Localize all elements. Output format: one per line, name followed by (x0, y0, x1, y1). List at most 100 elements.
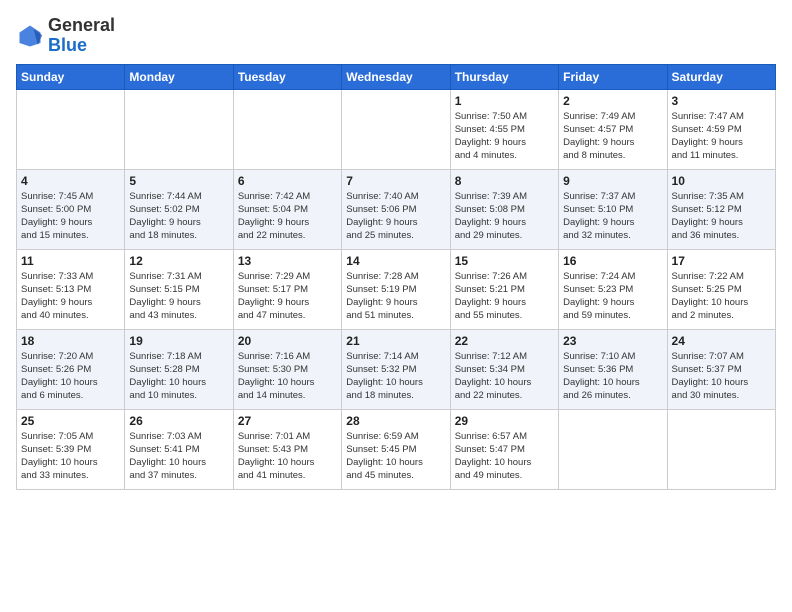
day-number: 4 (21, 174, 120, 188)
calendar-cell: 28 Sunrise: 6:59 AM Sunset: 5:45 PM Dayli… (342, 409, 450, 489)
calendar-cell: 10 Sunrise: 7:35 AM Sunset: 5:12 PM Dayli… (667, 169, 775, 249)
day-number: 27 (238, 414, 337, 428)
day-number: 23 (563, 334, 662, 348)
day-number: 7 (346, 174, 445, 188)
day-info: Sunrise: 6:57 AM Sunset: 5:47 PM Dayligh… (455, 430, 554, 483)
day-number: 25 (21, 414, 120, 428)
day-info: Sunrise: 7:03 AM Sunset: 5:41 PM Dayligh… (129, 430, 228, 483)
day-number: 28 (346, 414, 445, 428)
day-info: Sunrise: 6:59 AM Sunset: 5:45 PM Dayligh… (346, 430, 445, 483)
day-number: 15 (455, 254, 554, 268)
calendar-cell (233, 89, 341, 169)
calendar-week: 18 Sunrise: 7:20 AM Sunset: 5:26 PM Dayli… (17, 329, 776, 409)
day-info: Sunrise: 7:12 AM Sunset: 5:34 PM Dayligh… (455, 350, 554, 403)
calendar-cell: 27 Sunrise: 7:01 AM Sunset: 5:43 PM Dayli… (233, 409, 341, 489)
day-header: Tuesday (233, 64, 341, 89)
calendar-cell: 2 Sunrise: 7:49 AM Sunset: 4:57 PM Daylig… (559, 89, 667, 169)
calendar-week: 4 Sunrise: 7:45 AM Sunset: 5:00 PM Daylig… (17, 169, 776, 249)
day-header: Saturday (667, 64, 775, 89)
day-info: Sunrise: 7:20 AM Sunset: 5:26 PM Dayligh… (21, 350, 120, 403)
day-number: 18 (21, 334, 120, 348)
day-info: Sunrise: 7:18 AM Sunset: 5:28 PM Dayligh… (129, 350, 228, 403)
day-info: Sunrise: 7:40 AM Sunset: 5:06 PM Dayligh… (346, 190, 445, 243)
day-info: Sunrise: 7:07 AM Sunset: 5:37 PM Dayligh… (672, 350, 771, 403)
day-number: 19 (129, 334, 228, 348)
calendar-cell (342, 89, 450, 169)
calendar-cell: 9 Sunrise: 7:37 AM Sunset: 5:10 PM Daylig… (559, 169, 667, 249)
day-header: Monday (125, 64, 233, 89)
calendar-cell: 18 Sunrise: 7:20 AM Sunset: 5:26 PM Dayli… (17, 329, 125, 409)
day-header: Thursday (450, 64, 558, 89)
day-number: 12 (129, 254, 228, 268)
day-info: Sunrise: 7:45 AM Sunset: 5:00 PM Dayligh… (21, 190, 120, 243)
calendar-cell: 3 Sunrise: 7:47 AM Sunset: 4:59 PM Daylig… (667, 89, 775, 169)
day-info: Sunrise: 7:14 AM Sunset: 5:32 PM Dayligh… (346, 350, 445, 403)
day-number: 22 (455, 334, 554, 348)
day-number: 29 (455, 414, 554, 428)
day-number: 2 (563, 94, 662, 108)
calendar-cell: 20Sunrise: 7:16 AM Sunset: 5:30 PM Dayli… (233, 329, 341, 409)
day-info: Sunrise: 7:05 AM Sunset: 5:39 PM Dayligh… (21, 430, 120, 483)
logo: General Blue (16, 16, 115, 56)
calendar-cell: 12 Sunrise: 7:31 AM Sunset: 5:15 PM Dayli… (125, 249, 233, 329)
calendar-week: 11 Sunrise: 7:33 AM Sunset: 5:13 PM Dayli… (17, 249, 776, 329)
calendar-cell: 19 Sunrise: 7:18 AM Sunset: 5:28 PM Dayli… (125, 329, 233, 409)
day-info: Sunrise: 7:10 AM Sunset: 5:36 PM Dayligh… (563, 350, 662, 403)
day-info: Sunrise: 7:37 AM Sunset: 5:10 PM Dayligh… (563, 190, 662, 243)
calendar-cell: 24Sunrise: 7:07 AM Sunset: 5:37 PM Dayli… (667, 329, 775, 409)
day-info: Sunrise: 7:35 AM Sunset: 5:12 PM Dayligh… (672, 190, 771, 243)
day-number: 11 (21, 254, 120, 268)
calendar-cell: 16 Sunrise: 7:24 AM Sunset: 5:23 PM Dayli… (559, 249, 667, 329)
day-number: 17 (672, 254, 771, 268)
day-number: 10 (672, 174, 771, 188)
day-info: Sunrise: 7:24 AM Sunset: 5:23 PM Dayligh… (563, 270, 662, 323)
day-info: Sunrise: 7:47 AM Sunset: 4:59 PM Dayligh… (672, 110, 771, 163)
calendar-cell: 11 Sunrise: 7:33 AM Sunset: 5:13 PM Dayli… (17, 249, 125, 329)
calendar-cell (17, 89, 125, 169)
calendar-cell: 15 Sunrise: 7:26 AM Sunset: 5:21 PM Dayli… (450, 249, 558, 329)
calendar-cell (667, 409, 775, 489)
day-number: 9 (563, 174, 662, 188)
day-header: Wednesday (342, 64, 450, 89)
day-info: Sunrise: 7:44 AM Sunset: 5:02 PM Dayligh… (129, 190, 228, 243)
calendar-cell: 25 Sunrise: 7:05 AM Sunset: 5:39 PM Dayli… (17, 409, 125, 489)
logo-text: General Blue (48, 16, 115, 56)
day-header: Friday (559, 64, 667, 89)
calendar-cell: 8 Sunrise: 7:39 AM Sunset: 5:08 PM Daylig… (450, 169, 558, 249)
calendar-cell: 17 Sunrise: 7:22 AM Sunset: 5:25 PM Dayli… (667, 249, 775, 329)
day-header: Sunday (17, 64, 125, 89)
day-number: 8 (455, 174, 554, 188)
day-number: 20 (238, 334, 337, 348)
day-info: Sunrise: 7:33 AM Sunset: 5:13 PM Dayligh… (21, 270, 120, 323)
day-number: 3 (672, 94, 771, 108)
calendar-table: SundayMondayTuesdayWednesdayThursdayFrid… (16, 64, 776, 490)
page: General Blue SundayMondayTuesdayWednesda… (0, 0, 792, 498)
header-row: SundayMondayTuesdayWednesdayThursdayFrid… (17, 64, 776, 89)
day-number: 1 (455, 94, 554, 108)
calendar-cell: 5Sunrise: 7:44 AM Sunset: 5:02 PM Daylig… (125, 169, 233, 249)
calendar-cell: 23 Sunrise: 7:10 AM Sunset: 5:36 PM Dayli… (559, 329, 667, 409)
day-info: Sunrise: 7:22 AM Sunset: 5:25 PM Dayligh… (672, 270, 771, 323)
day-info: Sunrise: 7:49 AM Sunset: 4:57 PM Dayligh… (563, 110, 662, 163)
calendar-cell: 29 Sunrise: 6:57 AM Sunset: 5:47 PM Dayli… (450, 409, 558, 489)
calendar-cell (125, 89, 233, 169)
calendar-cell: 6Sunrise: 7:42 AM Sunset: 5:04 PM Daylig… (233, 169, 341, 249)
day-number: 14 (346, 254, 445, 268)
calendar-cell: 21Sunrise: 7:14 AM Sunset: 5:32 PM Dayli… (342, 329, 450, 409)
calendar-cell: 1Sunrise: 7:50 AM Sunset: 4:55 PM Daylig… (450, 89, 558, 169)
day-info: Sunrise: 7:26 AM Sunset: 5:21 PM Dayligh… (455, 270, 554, 323)
calendar-cell: 14 Sunrise: 7:28 AM Sunset: 5:19 PM Dayli… (342, 249, 450, 329)
calendar-cell: 7 Sunrise: 7:40 AM Sunset: 5:06 PM Daylig… (342, 169, 450, 249)
calendar-cell: 4 Sunrise: 7:45 AM Sunset: 5:00 PM Daylig… (17, 169, 125, 249)
day-info: Sunrise: 7:01 AM Sunset: 5:43 PM Dayligh… (238, 430, 337, 483)
day-number: 16 (563, 254, 662, 268)
day-info: Sunrise: 7:42 AM Sunset: 5:04 PM Dayligh… (238, 190, 337, 243)
calendar-cell: 22 Sunrise: 7:12 AM Sunset: 5:34 PM Dayli… (450, 329, 558, 409)
day-info: Sunrise: 7:39 AM Sunset: 5:08 PM Dayligh… (455, 190, 554, 243)
day-number: 26 (129, 414, 228, 428)
calendar-week: 1Sunrise: 7:50 AM Sunset: 4:55 PM Daylig… (17, 89, 776, 169)
day-info: Sunrise: 7:31 AM Sunset: 5:15 PM Dayligh… (129, 270, 228, 323)
calendar-cell (559, 409, 667, 489)
calendar-cell: 26 Sunrise: 7:03 AM Sunset: 5:41 PM Dayli… (125, 409, 233, 489)
day-info: Sunrise: 7:28 AM Sunset: 5:19 PM Dayligh… (346, 270, 445, 323)
